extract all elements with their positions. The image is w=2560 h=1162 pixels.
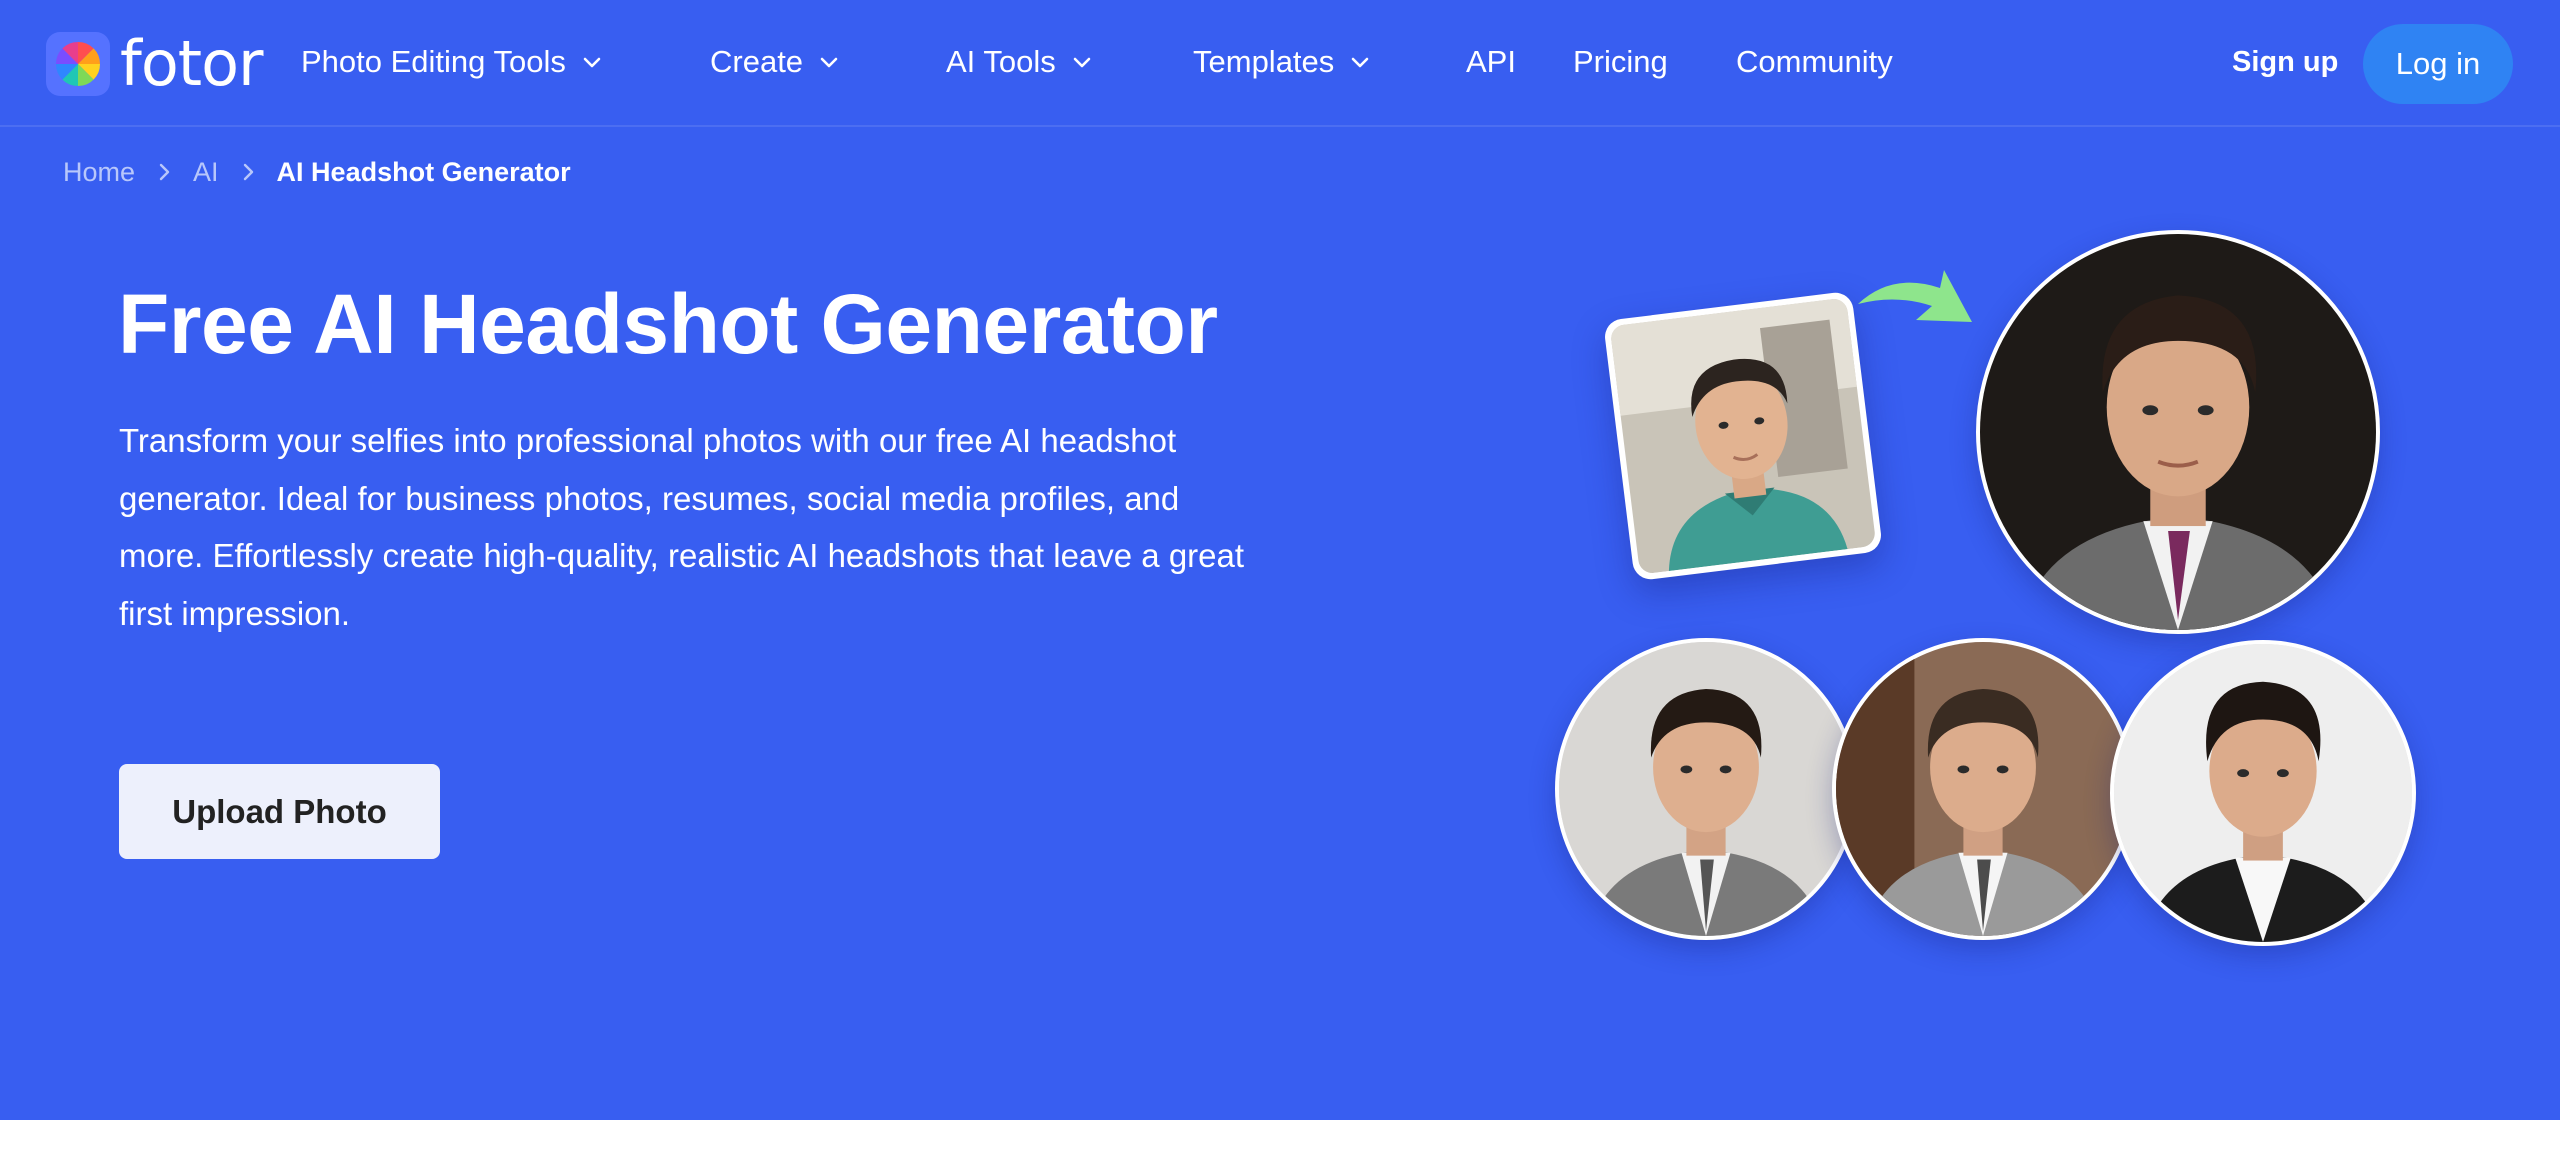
- nav-create[interactable]: Create: [710, 40, 841, 84]
- nav-item-label: Community: [1736, 44, 1893, 79]
- breadcrumb-ai[interactable]: AI: [193, 157, 219, 188]
- curved-arrow-icon: [1852, 264, 1976, 346]
- breadcrumb-home[interactable]: Home: [63, 157, 135, 188]
- nav-item-label: Templates: [1193, 44, 1335, 79]
- chevron-down-icon: [817, 50, 841, 74]
- nav-community[interactable]: Community: [1736, 40, 1893, 84]
- breadcrumb-current: AI Headshot Generator: [276, 156, 571, 187]
- selfie-photo: [1602, 290, 1884, 582]
- fotor-logo-icon: [46, 32, 110, 96]
- chevron-down-icon: [1348, 50, 1372, 74]
- top-navigation: fotor Photo Editing Tools Create AI Tool…: [0, 0, 2560, 127]
- hero-section: fotor Photo Editing Tools Create AI Tool…: [0, 0, 2560, 1120]
- nav-item-label: AI Tools: [946, 44, 1056, 79]
- nav-photo-editing-tools[interactable]: Photo Editing Tools: [301, 40, 604, 84]
- chevron-down-icon: [1070, 50, 1094, 74]
- upload-photo-button[interactable]: Upload Photo: [119, 764, 440, 859]
- chevron-down-icon: [580, 50, 604, 74]
- breadcrumb: Home AI AI Headshot Generator: [63, 154, 571, 190]
- nav-pricing[interactable]: Pricing: [1573, 40, 1668, 84]
- hero-description: Transform your selfies into professional…: [119, 422, 1245, 632]
- nav-item-label: API: [1466, 44, 1516, 79]
- chevron-right-icon: [237, 161, 259, 183]
- ai-headshot-variant: [1832, 638, 2134, 940]
- nav-item-label: Create: [710, 44, 804, 79]
- ai-headshot-variant: [2110, 640, 2416, 946]
- log-in-button[interactable]: Log in: [2363, 24, 2513, 104]
- nav-item-label: Pricing: [1573, 44, 1668, 79]
- fotor-logo[interactable]: fotor: [46, 32, 263, 96]
- ai-headshot-variant: [1555, 638, 1857, 940]
- nav-api[interactable]: API: [1466, 40, 1516, 84]
- nav-templates[interactable]: Templates: [1193, 40, 1372, 84]
- nav-item-label: Photo Editing Tools: [301, 44, 566, 79]
- page-title: Free AI Headshot Generator: [118, 277, 1218, 371]
- headshot-illustration: [1540, 220, 2440, 980]
- sign-up-link[interactable]: Sign up: [2232, 40, 2338, 84]
- ai-headshot-main: [1976, 230, 2380, 634]
- fotor-logo-text: fotor: [120, 27, 263, 100]
- chevron-right-icon: [153, 161, 175, 183]
- nav-ai-tools[interactable]: AI Tools: [946, 40, 1094, 84]
